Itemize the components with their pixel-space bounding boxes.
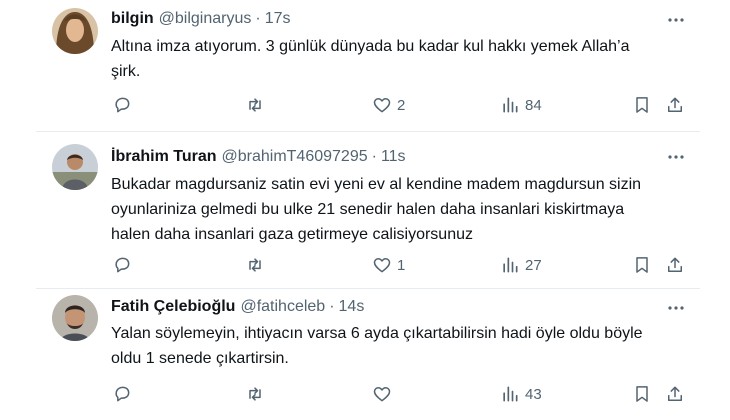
tweet-text: Bukadar magdursaniz satin evi yeni ev al…	[111, 172, 701, 247]
user-handle[interactable]: @bilginaryus	[159, 10, 252, 28]
more-button[interactable]	[664, 145, 688, 169]
user-handle[interactable]: @fatihceleb	[240, 298, 325, 316]
like-button[interactable]: 1	[372, 252, 405, 278]
more-icon	[668, 155, 684, 159]
share-icon	[668, 97, 682, 112]
more-icon	[668, 18, 684, 22]
views-icon	[503, 386, 518, 402]
tweet-header: Fatih Çelebioğlu @fatihceleb · 14s	[111, 295, 364, 319]
bookmark-button[interactable]	[632, 92, 652, 118]
action-bar: 2 84	[0, 92, 730, 118]
reply-icon	[115, 97, 130, 113]
bookmark-icon	[636, 97, 648, 113]
avatar[interactable]	[52, 295, 98, 341]
views-button[interactable]: 43	[500, 381, 542, 407]
retweet-icon	[249, 98, 261, 112]
reply-button[interactable]	[112, 92, 137, 118]
bookmark-icon	[636, 257, 648, 273]
bookmark-button[interactable]	[632, 381, 652, 407]
timestamp[interactable]: 17s	[265, 10, 291, 28]
views-button[interactable]: 27	[500, 252, 542, 278]
tweet[interactable]: Fatih Çelebioğlu @fatihceleb · 14s Yalan…	[0, 288, 730, 420]
share-button[interactable]	[665, 92, 685, 118]
tweet-text: Yalan söylemeyin, ihtiyacın varsa 6 ayda…	[111, 321, 701, 371]
like-button[interactable]	[372, 381, 397, 407]
share-icon	[668, 257, 682, 272]
like-count: 2	[397, 96, 406, 114]
heart-icon	[373, 387, 391, 402]
more-button[interactable]	[664, 296, 688, 320]
tweet-text-line: Altına imza atıyorum. 3 günlük dünyada b…	[111, 38, 630, 55]
separator-dot: ·	[255, 10, 261, 27]
tweet-text-line: halen daha insanlari gaza getirmeye cali…	[111, 226, 473, 243]
tweet-text-line: Bukadar magdursaniz satin evi yeni ev al…	[111, 176, 642, 193]
heart-icon	[373, 98, 391, 113]
action-bar: 1 27	[0, 252, 730, 278]
retweet-button[interactable]	[245, 252, 270, 278]
display-name[interactable]: Fatih Çelebioğlu	[111, 298, 235, 316]
view-count: 27	[525, 256, 542, 274]
tweet-header: bilgin @bilginaryus · 17s	[111, 7, 291, 31]
views-icon	[503, 257, 518, 273]
avatar[interactable]	[52, 144, 98, 190]
tweet-text-line: oyunlariniza gelmedi bu ulke 21 senedir …	[111, 201, 625, 218]
user-handle[interactable]: @brahimT46097295	[222, 148, 368, 166]
tweet-header: İbrahim Turan @brahimT46097295 · 11s	[111, 145, 406, 169]
separator-dot: ·	[371, 148, 377, 165]
retweet-button[interactable]	[245, 381, 270, 407]
more-icon	[668, 306, 684, 310]
timestamp[interactable]: 14s	[339, 298, 365, 316]
share-button[interactable]	[665, 381, 685, 407]
views-button[interactable]: 84	[500, 92, 542, 118]
display-name[interactable]: İbrahim Turan	[111, 148, 217, 166]
retweet-button[interactable]	[245, 92, 270, 118]
like-count: 1	[397, 256, 406, 274]
tweet[interactable]: İbrahim Turan @brahimT46097295 · 11s Buk…	[0, 131, 730, 288]
like-button[interactable]: 2	[372, 92, 405, 118]
share-icon	[668, 386, 682, 401]
reply-icon	[115, 386, 130, 402]
action-bar: 43	[0, 381, 730, 407]
display-name[interactable]: bilgin	[111, 10, 154, 28]
tweet-text-line: Yalan söylemeyin, ihtiyacın varsa 6 ayda…	[111, 325, 643, 342]
separator-dot: ·	[329, 298, 335, 315]
retweet-icon	[249, 258, 261, 272]
tweet-text: Altına imza atıyorum. 3 günlük dünyada b…	[111, 34, 701, 84]
views-icon	[503, 97, 518, 113]
bookmark-button[interactable]	[632, 252, 652, 278]
tweet[interactable]: bilgin @bilginaryus · 17s Altına imza at…	[0, 0, 730, 131]
view-count: 84	[525, 96, 542, 114]
retweet-icon	[249, 387, 261, 401]
timestamp[interactable]: 11s	[381, 148, 406, 166]
more-button[interactable]	[664, 8, 688, 32]
heart-icon	[373, 258, 391, 273]
tweet-text-line: şirk.	[111, 63, 141, 80]
tweet-text-line: oldu 1 senede çıkartirsin.	[111, 350, 289, 367]
reply-button[interactable]	[112, 381, 137, 407]
reply-button[interactable]	[112, 252, 137, 278]
reply-icon	[115, 257, 130, 273]
view-count: 43	[525, 385, 542, 403]
share-button[interactable]	[665, 252, 685, 278]
avatar[interactable]	[52, 8, 98, 54]
bookmark-icon	[636, 386, 648, 402]
